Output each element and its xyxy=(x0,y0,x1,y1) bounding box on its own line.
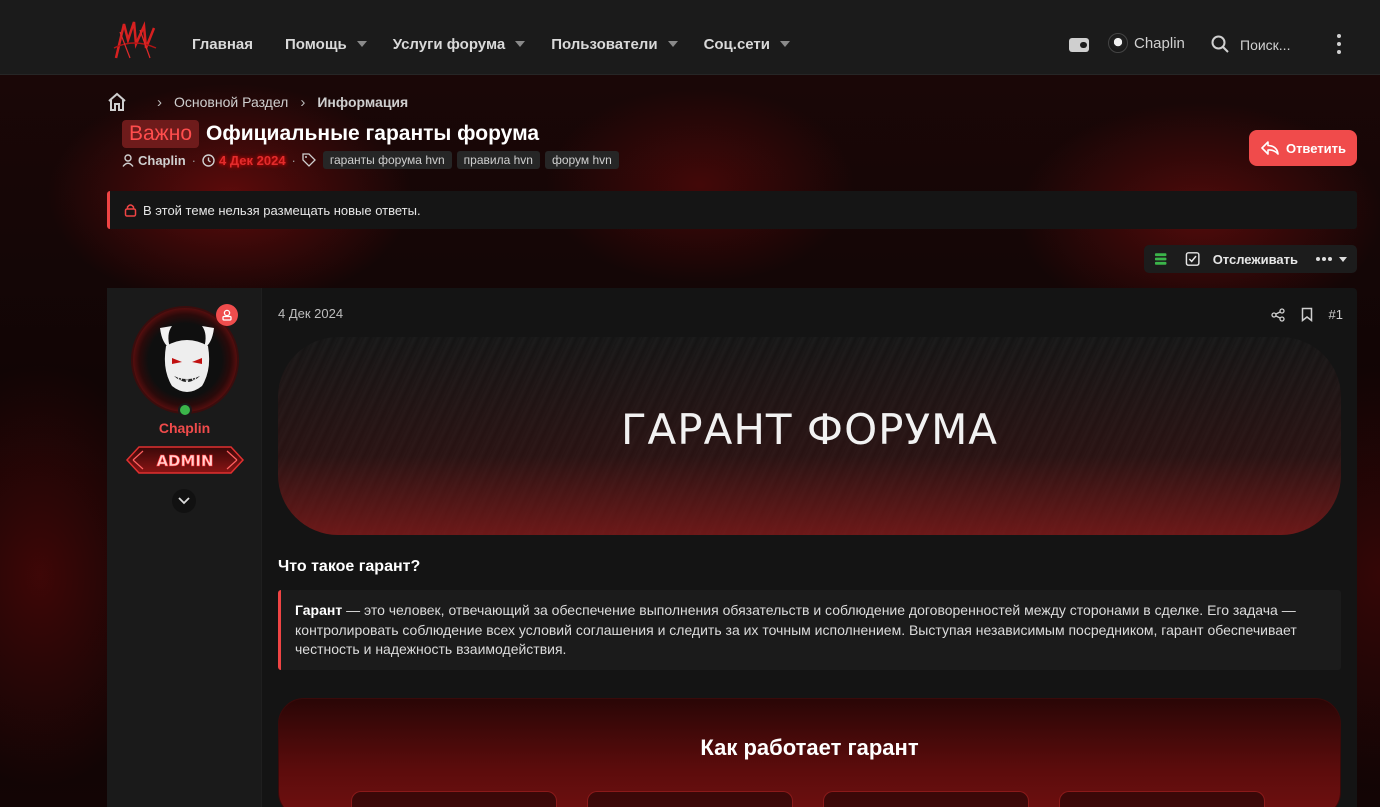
how-step-card xyxy=(823,791,1029,807)
bookmark-icon[interactable] xyxy=(1301,307,1313,322)
page-title: Официальные гаранты форума xyxy=(206,122,540,145)
breadcrumb: › Основной Раздел › Информация xyxy=(107,92,408,112)
online-status-indicator xyxy=(178,403,192,417)
chevron-right-icon: › xyxy=(300,93,306,111)
nav-item[interactable]: Главная xyxy=(192,36,253,53)
nav-item-label: Пользователи xyxy=(551,35,658,53)
expand-user-info-button[interactable] xyxy=(172,489,196,513)
list-view-icon[interactable] xyxy=(1154,252,1167,266)
forum-logo[interactable] xyxy=(110,18,158,62)
reply-button[interactable]: Ответить xyxy=(1249,130,1357,166)
select-checkbox-icon[interactable] xyxy=(1185,251,1200,267)
tag[interactable]: гаранты форума hvn xyxy=(322,151,452,169)
post-date[interactable]: 4 Дек 2024 xyxy=(278,306,343,321)
nav-item[interactable]: Помощь xyxy=(285,36,367,53)
how-it-works-title: Как работает гарант xyxy=(700,735,919,760)
top-navigation-bar: Главная Помощь Услуги форума Пользователи Со… xyxy=(0,0,1380,75)
how-it-works-block: Как работает гарант xyxy=(278,698,1341,807)
more-menu-icon[interactable] xyxy=(1334,34,1344,54)
search-button[interactable]: Поиск... xyxy=(1240,37,1290,53)
how-step-card xyxy=(351,791,557,807)
thread-date[interactable]: 4 Дек 2024 xyxy=(219,153,286,168)
thread-toolbar: Отслеживать xyxy=(1144,245,1357,273)
staff-badge-icon[interactable] xyxy=(216,304,238,326)
main-nav: Главная Помощь Услуги форума Пользователи Со… xyxy=(192,0,816,88)
breadcrumb-item[interactable]: Основной Раздел xyxy=(174,94,288,110)
tag[interactable]: форум hvn xyxy=(544,151,619,169)
separator-dot: · xyxy=(191,152,197,168)
reply-icon xyxy=(1261,141,1279,155)
tag[interactable]: правила hvn xyxy=(456,151,540,169)
nav-item-label: Помощь xyxy=(285,35,347,53)
post-actions: #1 xyxy=(1270,307,1343,322)
nav-item[interactable]: Соц.сети xyxy=(703,35,791,53)
post-username[interactable]: Chaplin xyxy=(107,420,262,436)
user-avatar-small[interactable] xyxy=(1108,33,1128,53)
nav-item-label: Главная xyxy=(192,35,254,53)
admin-rank-banner: ADMIN xyxy=(125,446,245,474)
search-icon[interactable] xyxy=(1211,35,1229,53)
home-icon[interactable] xyxy=(107,92,127,112)
wallet-icon[interactable] xyxy=(1069,38,1089,52)
demon-mask-icon xyxy=(160,326,214,392)
hero-banner: ГАРАНТ ФОРУМА xyxy=(278,337,1341,535)
caret-down-icon[interactable] xyxy=(667,41,678,47)
locked-notice-text: В этой теме нельзя размещать новые ответ… xyxy=(143,202,421,218)
definition-term: Гарант xyxy=(295,602,343,618)
reply-button-label: Ответить xyxy=(1285,140,1347,156)
thread-author[interactable]: Chaplin xyxy=(138,153,186,168)
account-username[interactable]: Chaplin xyxy=(1134,35,1185,52)
share-icon[interactable] xyxy=(1270,307,1285,322)
post-number[interactable]: #1 xyxy=(1329,307,1343,322)
caret-down-icon[interactable] xyxy=(515,41,526,47)
locked-notice: В этой теме нельзя размещать новые ответ… xyxy=(107,191,1357,229)
thread-tools-menu[interactable] xyxy=(1316,256,1347,262)
user-icon xyxy=(122,153,134,167)
tags-icon xyxy=(302,153,316,167)
post-user-sidebar: Chaplin ADMIN xyxy=(107,288,262,807)
chevron-down-icon xyxy=(178,497,190,505)
how-step-card xyxy=(1059,791,1265,807)
nav-item[interactable]: Пользователи xyxy=(551,35,678,53)
watch-button[interactable]: Отслеживать xyxy=(1213,252,1298,267)
admin-banner-text: ADMIN xyxy=(156,452,213,470)
lock-icon xyxy=(124,204,137,217)
hero-title: ГАРАНТ ФОРУМА xyxy=(620,405,999,454)
separator-dot: · xyxy=(291,152,296,168)
caret-down-icon[interactable] xyxy=(780,41,791,47)
nav-item-label: Услуги форума xyxy=(392,35,506,53)
section-heading: Что такое гарант? xyxy=(278,558,421,575)
nav-item[interactable]: Услуги форума xyxy=(392,35,526,53)
post: Chaplin ADMIN 4 Дек 2024 #1 ГАРАНТ ФОРУМ… xyxy=(107,288,1357,807)
definition-text: — это человек, отвечающий за обеспечение… xyxy=(295,602,1297,657)
thread-meta: Chaplin · 4 Дек 2024 · гаранты форума hv… xyxy=(122,151,619,169)
thread-title-row: Важно Официальные гаранты форума xyxy=(122,120,539,148)
definition-quote: Гарант — это человек, отвечающий за обес… xyxy=(278,590,1341,670)
thread-prefix-badge[interactable]: Важно xyxy=(122,120,200,148)
caret-down-icon[interactable] xyxy=(356,41,367,47)
nav-item-label: Соц.сети xyxy=(703,35,771,53)
how-step-card xyxy=(587,791,793,807)
breadcrumb-item[interactable]: Информация xyxy=(317,94,408,110)
clock-icon xyxy=(202,153,215,167)
chevron-right-icon: › xyxy=(157,93,162,111)
